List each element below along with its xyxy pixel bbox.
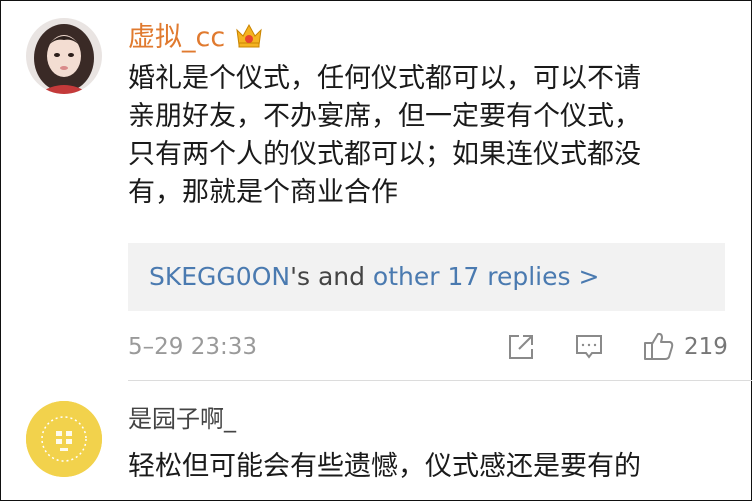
more-replies-link[interactable]: other 17 replies > — [373, 262, 599, 291]
replies-connector: 's and — [290, 262, 373, 291]
avatar[interactable] — [26, 401, 102, 477]
comment-icon[interactable] — [574, 332, 604, 366]
user-avatar-photo — [26, 18, 102, 94]
replies-preview[interactable]: SKEGG0ON's and other 17 replies > — [128, 243, 725, 311]
thumbs-up-icon[interactable] — [642, 330, 676, 366]
comment-line: 只有两个人的仪式都可以；如果连仪式都没 — [128, 139, 641, 170]
crown-icon — [234, 20, 264, 50]
avatar[interactable] — [26, 18, 102, 94]
comment-body: 轻松但可能会有些遗憾，仪式感还是要有的 — [128, 451, 641, 482]
comment-divider — [128, 380, 752, 381]
comment-body: 婚礼是个仪式，任何仪式都可以，可以不请 亲朋好友，不办宴席，但一定要有个仪式， … — [128, 60, 728, 212]
reply-author-link[interactable]: SKEGG0ON — [149, 262, 290, 291]
comment-line: 婚礼是个仪式，任何仪式都可以，可以不请 — [128, 63, 641, 94]
comment-author-name[interactable]: 是园子啊_ — [128, 404, 236, 434]
comment-line: 亲朋好友，不办宴席，但一定要有个仪式， — [128, 101, 641, 132]
comment-line: 有，那就是个商业合作 — [128, 177, 398, 208]
replies-summary[interactable]: SKEGG0ON's and other 17 replies > — [149, 261, 599, 293]
yellow-logo-avatar — [26, 401, 102, 477]
comment-timestamp: 5–29 23:33 — [128, 334, 257, 360]
comment-author-name[interactable]: 虚拟_cc — [128, 22, 225, 54]
like-count: 219 — [684, 334, 728, 360]
share-icon[interactable] — [506, 332, 536, 366]
